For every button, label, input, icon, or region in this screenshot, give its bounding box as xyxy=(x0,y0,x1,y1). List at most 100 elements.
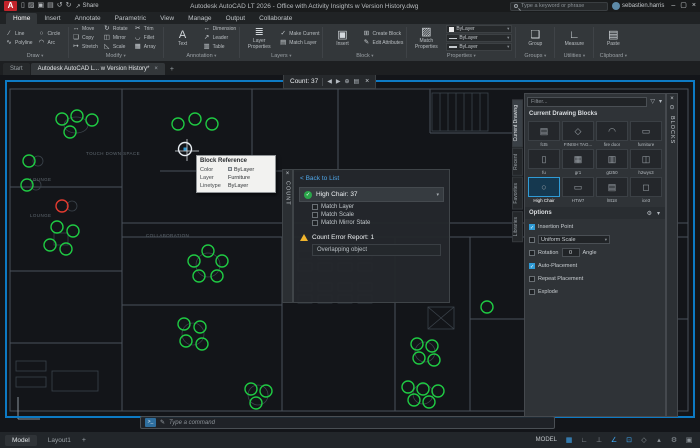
checkbox[interactable]: ✓ xyxy=(529,263,535,269)
tool-line[interactable]: ∕Line xyxy=(5,30,33,38)
palette-tab-recent[interactable]: Recent xyxy=(512,148,523,176)
close-blocks-palette-icon[interactable]: × xyxy=(670,96,674,103)
drawing-canvas[interactable]: TOUCH DOWN SPACELOUNGELOUNGECOLLABORATIO… xyxy=(0,75,700,432)
user-account[interactable]: sebastien.harris xyxy=(612,2,664,10)
count-filter-match-scale[interactable]: Match Scale xyxy=(312,212,449,218)
tool-move[interactable]: ↔Move xyxy=(72,25,98,33)
minimize-icon[interactable]: – xyxy=(671,1,675,11)
command-customize-icon[interactable]: ✎ xyxy=(160,419,165,426)
block-item-fct5[interactable]: ▤fct5 xyxy=(528,121,560,147)
panel-label-utilities[interactable]: Utilities ▾ xyxy=(558,51,590,61)
chevron-down-icon[interactable]: ▾ xyxy=(436,192,439,198)
chair-block[interactable] xyxy=(402,381,414,393)
count-error-item[interactable]: Overlapping object xyxy=(312,244,441,256)
tool-insert[interactable]: ▣Insert xyxy=(326,29,358,48)
option-auto-placement[interactable]: ✓Auto-Placement xyxy=(529,260,661,271)
tab-drawing[interactable]: Autodesk AutoCAD L... w Version History*… xyxy=(31,63,165,75)
tool-dimension[interactable]: ↔Dimension xyxy=(203,25,237,33)
tab-model[interactable]: Model xyxy=(5,435,37,446)
tool-fillet[interactable]: ◡Fillet xyxy=(134,34,160,42)
checkbox[interactable] xyxy=(529,289,535,295)
panel-label-annotation[interactable]: Annotation ▾ xyxy=(167,51,237,61)
tab-start[interactable]: Start xyxy=(3,63,30,75)
palette-tab-libraries[interactable]: Libraries xyxy=(512,211,523,242)
tool-layer-properties[interactable]: ≣Layer Properties xyxy=(243,26,275,51)
panel-label-modify[interactable]: Modify ▾ xyxy=(72,51,160,61)
block-item-h2wys3[interactable]: ◫h2wys3 xyxy=(630,149,662,175)
block-item-high-chair[interactable]: ○High Chair xyxy=(528,177,560,203)
panel-label-block[interactable]: Block ▾ xyxy=(326,51,403,61)
ortho-icon[interactable]: ⊥ xyxy=(593,435,605,446)
options-collapse-icon[interactable]: ▾ xyxy=(656,210,661,217)
palette-tab-current-drawing[interactable]: Current Drawing xyxy=(512,99,523,147)
back-to-list-link[interactable]: < Back to List xyxy=(294,172,449,185)
command-input[interactable]: Type a command xyxy=(169,420,215,426)
save-icon[interactable]: ▣ xyxy=(37,1,44,11)
selection-grip[interactable] xyxy=(184,148,187,151)
chair-block[interactable] xyxy=(67,225,79,237)
open-icon[interactable]: ▨ xyxy=(28,1,35,11)
redo-icon[interactable]: ↻ xyxy=(66,1,72,11)
tool-rotate[interactable]: ↻Rotate xyxy=(103,25,129,33)
new-drawing-tab-button[interactable]: + xyxy=(166,63,178,75)
tool-create-block[interactable]: ⊞Create Block xyxy=(362,30,403,38)
next-count-icon[interactable]: ▶ xyxy=(336,78,341,85)
block-item-htw7[interactable]: ▭HTW7 xyxy=(562,177,594,203)
chair-block[interactable] xyxy=(189,113,201,125)
ribbon-tab-home[interactable]: Home xyxy=(6,13,37,24)
ribbon-tab-parametric[interactable]: Parametric xyxy=(108,13,153,24)
filter-funnel-icon[interactable]: ▽ xyxy=(649,98,656,105)
option-rotation[interactable]: Rotation0Angle xyxy=(529,247,661,258)
ribbon-tab-collaborate[interactable]: Collaborate xyxy=(252,13,299,24)
tool-leader[interactable]: ↗Leader xyxy=(203,34,237,42)
grid-icon[interactable]: ▦ xyxy=(563,435,575,446)
tool-text[interactable]: AText xyxy=(167,29,199,48)
option-explode[interactable]: Explode xyxy=(529,286,661,297)
checkbox[interactable] xyxy=(529,276,535,282)
command-line[interactable]: >_ ✎ Type a command xyxy=(140,416,555,429)
search-box[interactable]: Type a keyword or phrase xyxy=(510,2,608,11)
ribbon-tab-view[interactable]: View xyxy=(153,13,181,24)
close-icon[interactable]: × xyxy=(692,1,696,11)
tool-polyline[interactable]: ∿Polyline xyxy=(5,39,33,47)
panel-label-layers[interactable]: Layers ▾ xyxy=(243,51,319,61)
gear-icon[interactable]: ⚙ xyxy=(668,435,680,446)
tab-layout1[interactable]: Layout1 xyxy=(41,435,78,446)
checkbox[interactable] xyxy=(312,212,318,218)
scale-dropdown[interactable]: Uniform Scale▾ xyxy=(538,235,610,244)
count-error-report[interactable]: Count Error Report: 1 xyxy=(300,234,443,241)
options-gear-icon[interactable]: ⚙ xyxy=(646,210,653,217)
palette-tab-favorites[interactable]: Favorites xyxy=(512,177,523,210)
block-item-gr1[interactable]: ▦gr1 xyxy=(562,149,594,175)
checkbox[interactable] xyxy=(312,220,318,226)
chair-block[interactable] xyxy=(172,118,184,130)
tool-copy[interactable]: ❏Copy xyxy=(72,34,98,42)
tool-match-layer[interactable]: ▤Match Layer xyxy=(279,39,319,47)
count-toolbar[interactable]: Count: 37◀▶⊕▤× xyxy=(283,75,376,89)
blocks-filter-input[interactable]: Filter... xyxy=(527,97,647,107)
chair-block[interactable] xyxy=(194,321,206,333)
block-item-l8t18[interactable]: ▤l8t18 xyxy=(596,177,628,203)
block-item-finish-tag[interactable]: ◇FINISH TAG... xyxy=(562,121,594,147)
model-space-label[interactable]: MODEL xyxy=(536,437,557,443)
snap-icon[interactable]: ∟ xyxy=(578,435,590,446)
count-item-high-chair[interactable]: ✓ High Chair: 37 ▾ xyxy=(299,187,444,202)
new-layout-button[interactable]: + xyxy=(82,437,86,444)
chair-block[interactable] xyxy=(408,394,420,406)
count-filter-match-layer[interactable]: Match Layer xyxy=(312,204,449,210)
chair-block[interactable] xyxy=(411,338,423,350)
angle-input[interactable]: 0 xyxy=(562,248,580,257)
block-item-gt250[interactable]: ▥gt250 xyxy=(596,149,628,175)
annotation-icon[interactable]: ▴ xyxy=(653,435,665,446)
panel-label-properties[interactable]: Properties ▾ xyxy=(410,51,512,61)
tool-table[interactable]: ▥Table xyxy=(203,43,237,51)
count-filter-match-mirror-state[interactable]: Match Mirror State xyxy=(312,220,449,226)
panel-label-clipboard[interactable]: Clipboard ▾ xyxy=(597,51,629,61)
checkbox[interactable] xyxy=(312,204,318,210)
chair-block[interactable] xyxy=(260,385,272,397)
block-item-ice3[interactable]: ◻ice3 xyxy=(630,177,662,203)
field-count-icon[interactable]: ▤ xyxy=(353,78,359,85)
chair-block[interactable] xyxy=(481,301,493,313)
chair-block[interactable] xyxy=(413,352,425,364)
block-item-furniture[interactable]: ▭furniture xyxy=(630,121,662,147)
